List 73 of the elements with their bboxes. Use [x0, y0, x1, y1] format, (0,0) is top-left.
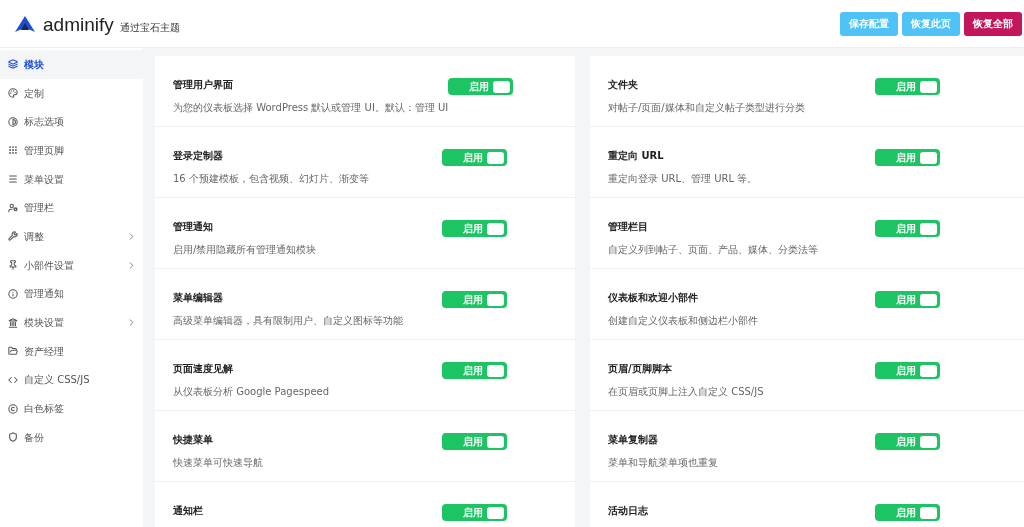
- sidebar-item[interactable]: 调整: [0, 222, 143, 251]
- header-button[interactable]: 保存配置: [840, 11, 898, 36]
- module-description: 对帖子/页面/媒体和自定义帖子类型进行分类: [608, 101, 805, 115]
- enable-toggle[interactable]: 启用: [875, 433, 940, 450]
- enable-toggle[interactable]: 启用: [875, 362, 940, 379]
- module-title: 仪表板和欢迎小部件: [608, 291, 699, 305]
- module-title: 菜单复制器: [608, 433, 659, 447]
- module-description: 菜单和导航菜单项也重复: [608, 456, 718, 470]
- sidebar-item-icon: [8, 145, 18, 156]
- module-title: 通知栏: [173, 504, 203, 518]
- module-title: 登录定制器: [173, 149, 224, 163]
- sidebar-item-icon: [8, 202, 18, 213]
- sidebar-item[interactable]: 白色标签: [0, 394, 143, 423]
- sidebar-item-icon: [8, 346, 18, 357]
- module-description: 16 个预建模板，包含视频、幻灯片、渐变等: [173, 172, 369, 186]
- enable-toggle[interactable]: 启用: [442, 220, 507, 237]
- module-description: 创建自定义仪表板和侧边栏小部件: [608, 314, 758, 328]
- module-title: 重定向 URL: [608, 149, 665, 163]
- sidebar-item[interactable]: 定制: [0, 78, 143, 108]
- sidebar-item-icon: [8, 288, 18, 299]
- module-description: 启用/禁用隐藏所有管理通知模块: [173, 243, 317, 257]
- sidebar-item[interactable]: 备份: [0, 422, 143, 452]
- sidebar-item-icon: [8, 174, 18, 185]
- enable-toggle[interactable]: 启用: [875, 504, 940, 521]
- module-title: 管理用户界面: [173, 78, 234, 92]
- enable-toggle[interactable]: 启用: [442, 433, 507, 450]
- sidebar-item-icon: [8, 403, 18, 414]
- module-title: 快捷菜单: [173, 433, 214, 447]
- sidebar-item-icon: [8, 432, 18, 443]
- sidebar-item-icon: [8, 231, 18, 242]
- sidebar-item-icon: [8, 116, 18, 127]
- logo-tagline: 通过宝石主题: [119, 22, 180, 34]
- logo-text: adminify: [43, 14, 114, 34]
- sidebar-item[interactable]: 标志选项: [0, 107, 143, 137]
- module-title: 管理栏目: [608, 220, 649, 234]
- module-description: 重定向登录 URL、管理 URL 等。: [608, 172, 758, 186]
- sidebar-item[interactable]: 自定义 CSS/JS: [0, 365, 143, 395]
- module-title: 页眉/页脚脚本: [608, 362, 673, 376]
- enable-toggle[interactable]: 启用: [442, 291, 507, 308]
- enable-toggle[interactable]: 启用: [442, 149, 507, 166]
- header-button[interactable]: 恢复此页: [902, 11, 960, 36]
- sidebar-item-icon: [8, 260, 18, 271]
- enable-toggle[interactable]: 启用: [875, 220, 940, 237]
- module-description: 在页眉或页脚上注入自定义 CSS/JS: [608, 385, 764, 399]
- module-title: 文件夹: [608, 78, 639, 92]
- enable-toggle[interactable]: 启用: [448, 78, 514, 95]
- module-title: 管理通知: [173, 220, 214, 234]
- enable-toggle[interactable]: 启用: [442, 504, 507, 521]
- module-title: 菜单编辑器: [173, 291, 224, 305]
- module-description: 快速菜单可快速导航: [173, 456, 263, 470]
- sidebar-item[interactable]: 模块: [0, 50, 143, 79]
- sidebar-item[interactable]: 资产经理: [0, 336, 143, 366]
- module-description: 为您的仪表板选择 WordPress 默认或管理 UI。默认：管理 UI: [173, 101, 449, 115]
- enable-toggle[interactable]: 启用: [875, 291, 940, 308]
- sidebar-item-icon: [8, 59, 18, 70]
- sidebar-item[interactable]: 管理页脚: [0, 136, 143, 165]
- module-description: 从仪表板分析 Google Pagespeed: [173, 385, 330, 399]
- enable-toggle[interactable]: 启用: [875, 78, 940, 95]
- sidebar-item-icon: [8, 88, 18, 99]
- enable-toggle[interactable]: 启用: [442, 362, 507, 379]
- header-button[interactable]: 恢复全部: [964, 11, 1022, 36]
- enable-toggle[interactable]: 启用: [875, 149, 940, 166]
- sidebar-item[interactable]: 小部件设置: [0, 250, 143, 280]
- module-description: 自定义列到帖子、页面、产品、媒体、分类法等: [608, 243, 818, 257]
- module-title: 页面速度见解: [173, 362, 234, 376]
- sidebar-item[interactable]: 菜单设置: [0, 164, 143, 194]
- sidebar-item[interactable]: 模块设置: [0, 308, 143, 337]
- module-description: 高级菜单编辑器，具有限制用户、自定义图标等功能: [173, 314, 403, 328]
- module-title: 活动日志: [608, 504, 648, 518]
- sidebar-item[interactable]: 管理通知: [0, 279, 143, 309]
- sidebar-item-icon: [8, 317, 18, 328]
- sidebar-item[interactable]: 管理栏: [0, 193, 143, 223]
- sidebar-item-icon: [8, 374, 18, 385]
